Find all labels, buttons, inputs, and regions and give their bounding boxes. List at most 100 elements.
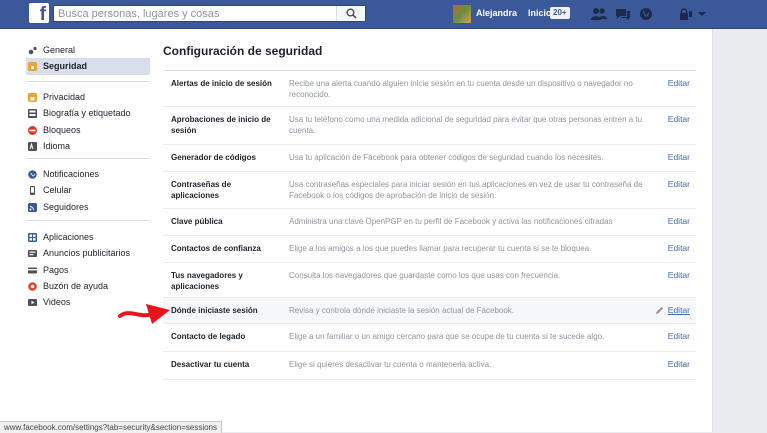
block-icon [28, 125, 37, 135]
edit-link[interactable]: Editar [668, 216, 690, 226]
top-bar: f Alejandra Inicio 20+ [0, 0, 767, 29]
setting-description: Revisa y controla dónde iniciaste la ses… [289, 306, 515, 315]
sidebar-item-label: Seguridad [43, 61, 88, 72]
sidebar-item-label: Celular [43, 185, 72, 196]
settings-row-browsers-and-apps[interactable]: Tus navegadores y aplicaciones Consulta … [163, 263, 696, 298]
sidebar-item-label: General [43, 45, 76, 55]
privacy-lock-icon[interactable] [677, 7, 693, 21]
sidebar-item-security[interactable]: Seguridad [26, 58, 150, 75]
edit-link[interactable]: Editar [668, 270, 690, 280]
mobile-icon [30, 186, 35, 196]
security-settings-list: Alertas de inicio de sesión Recibe una a… [163, 71, 696, 380]
sidebar-item-label: Notificaciones [43, 169, 100, 179]
setting-label: Contraseñas de aplicaciones [171, 180, 232, 200]
setting-description: Consulta los navegadores que guardaste c… [289, 271, 561, 280]
settings-row-login-approvals[interactable]: Aprobaciones de inicio de sesión Usa tu … [163, 107, 696, 145]
sidebar-item-label: Buzón de ayuda [43, 280, 109, 291]
sidebar-item-mobile[interactable]: Celular [26, 182, 150, 198]
sidebar-item-timeline[interactable]: Biografía y etiquetado [26, 105, 150, 121]
sidebar-item-label: Idioma [43, 140, 71, 151]
setting-label: Tus navegadores y aplicaciones [171, 271, 243, 291]
setting-label: Desactivar tu cuenta [171, 360, 250, 369]
settings-row-trusted-contacts[interactable]: Contactos de confianza Elige a los amigo… [163, 236, 696, 263]
facebook-logo[interactable]: f [29, 3, 49, 25]
setting-label: Alertas de inicio de sesión [171, 79, 272, 88]
settings-row-login-alerts[interactable]: Alertas de inicio de sesión Recibe una a… [163, 71, 696, 107]
notifications-globe-icon[interactable] [638, 7, 654, 21]
sidebar-group-notifications: Notificaciones Celular Seguidores [26, 166, 150, 215]
globe-icon [28, 170, 37, 179]
sidebar-item-general[interactable]: General [26, 42, 150, 58]
ads-icon [28, 250, 37, 258]
setting-description: Usa contraseñas especiales para iniciar … [289, 180, 643, 200]
rss-icon [28, 202, 37, 212]
sidebar-item-label: Aplicaciones [43, 232, 94, 242]
edit-link[interactable]: Editar [668, 305, 690, 315]
profile-link[interactable]: Alejandra [476, 8, 517, 18]
sidebar-divider [26, 220, 150, 221]
sidebar-item-label: Anuncios publicitarios [43, 248, 131, 259]
video-icon [28, 299, 37, 307]
home-link[interactable]: Inicio [528, 8, 552, 18]
sidebar-item-followers[interactable]: Seguidores [26, 199, 150, 215]
shield-icon [28, 62, 37, 72]
browser-status-url: www.facebook.com/settings?tab=security&s… [0, 421, 222, 433]
setting-description: Usa tu teléfono como una medida adiciona… [289, 115, 643, 135]
sidebar-item-label: Privacidad [43, 92, 86, 102]
sidebar-item-apps[interactable]: Aplicaciones [26, 229, 150, 245]
home-badge: 20+ [550, 7, 570, 19]
setting-label: Dónde iniciaste sesión [171, 306, 258, 315]
settings-row-code-generator[interactable]: Generador de códigos Usa tu aplicación d… [163, 145, 696, 172]
edit-link[interactable]: Editar [668, 359, 690, 369]
setting-description: Administra una clave OpenPGP en tu perfi… [289, 217, 613, 226]
sidebar-item-notifications[interactable]: Notificaciones [26, 166, 150, 182]
edit-link[interactable]: Editar [668, 331, 690, 341]
language-icon [28, 141, 37, 151]
search-icon [346, 8, 357, 19]
sidebar-item-support-inbox[interactable]: Buzón de ayuda [26, 278, 150, 294]
settings-row-public-key[interactable]: Clave pública Administra una clave OpenP… [163, 209, 696, 236]
sidebar-item-language[interactable]: Idioma [26, 138, 150, 154]
red-arrow-annotation [118, 304, 170, 324]
sidebar-item-label: Pagos [43, 264, 69, 275]
edit-link[interactable]: Editar [668, 243, 690, 253]
setting-description: Elige a los amigos a los que puedes llam… [289, 244, 592, 253]
gear-icon [28, 46, 37, 55]
sidebar-divider [26, 158, 150, 159]
setting-description: Recibe una alerta cuando alguien inicie … [289, 79, 633, 99]
settings-row-legacy-contact[interactable]: Contacto de legado Elige a un familiar o… [163, 324, 696, 352]
setting-description: Usa tu aplicación de Facebook para obten… [289, 153, 604, 162]
account-menu-chevron-down-icon[interactable] [694, 7, 710, 21]
search-input[interactable] [58, 7, 338, 21]
avatar[interactable] [453, 5, 471, 23]
settings-row-where-logged-in[interactable]: Dónde iniciaste sesión Revisa y controla… [163, 298, 696, 324]
edit-link[interactable]: Editar [668, 114, 690, 124]
settings-row-app-passwords[interactable]: Contraseñas de aplicaciones Usa contrase… [163, 172, 696, 209]
sidebar-item-label: Biografía y etiquetado [43, 108, 131, 119]
card-icon [28, 267, 37, 274]
edit-link[interactable]: Editar [668, 152, 690, 162]
settings-row-deactivate-account[interactable]: Desactivar tu cuenta Elige si quieres de… [163, 352, 696, 380]
lifebuoy-icon [28, 282, 37, 291]
friend-requests-icon[interactable] [591, 7, 607, 21]
lock-icon [28, 93, 37, 102]
setting-label: Generador de códigos [171, 153, 256, 162]
edit-link[interactable]: Editar [668, 179, 690, 189]
sidebar-item-payments[interactable]: Pagos [26, 262, 150, 278]
sidebar-item-blocking[interactable]: Bloqueos [26, 122, 150, 138]
edit-link[interactable]: Editar [668, 78, 690, 88]
sidebar-item-ads[interactable]: Anuncios publicitarios [26, 245, 150, 261]
sidebar-item-label: Seguidores [43, 201, 89, 212]
page-title: Configuración de seguridad [163, 44, 323, 58]
sidebar-group-privacy: Privacidad Biografía y etiquetado Bloque… [26, 89, 150, 154]
timeline-icon [28, 109, 37, 119]
sidebar-divider [26, 81, 150, 82]
setting-description: Elige si quieres desactivar tu cuenta o … [289, 360, 492, 369]
search-button[interactable] [336, 6, 365, 21]
sidebar-group-account: General Seguridad [26, 42, 150, 75]
search-box [53, 5, 366, 22]
sidebar-item-label: Videos [43, 297, 71, 308]
setting-label: Aprobaciones de inicio de sesión [171, 115, 271, 135]
sidebar-item-privacy[interactable]: Privacidad [26, 89, 150, 105]
messages-icon[interactable] [615, 7, 631, 21]
